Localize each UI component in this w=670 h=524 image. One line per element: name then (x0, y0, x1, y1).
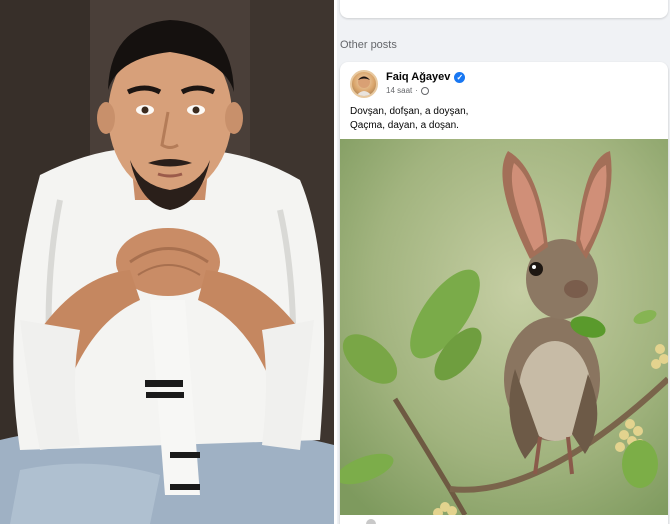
post-text-line: Qaçma, dayan, a doşan. (350, 120, 459, 131)
post-image[interactable] (340, 139, 668, 515)
post-timestamp[interactable]: 14 saat (386, 86, 412, 95)
section-heading: Other posts (340, 39, 397, 51)
portrait-photo (0, 0, 334, 524)
previous-card-bottom (340, 0, 668, 18)
rabbit-bird-illustration (340, 139, 668, 515)
portrait-illustration (0, 0, 334, 524)
author-row: Faiq Ağayev ✓ (386, 71, 466, 83)
author-name[interactable]: Faiq Ağayev (386, 71, 450, 83)
footer-avatar (366, 519, 376, 524)
post-text: Dovşan, dofşan, a doyşan, Qaçma, dayan, … (350, 105, 468, 133)
avatar-face-icon (356, 76, 372, 96)
previous-card-strip (337, 0, 670, 20)
avatar[interactable] (350, 70, 378, 98)
post-meta: 14 saat · (386, 86, 429, 95)
feed-panel: Other posts Faiq Ağayev ✓ 14 saat · Dovş… (337, 0, 670, 524)
post-text-line: Dovşan, dofşan, a doyşan, (350, 106, 469, 117)
globe-icon (420, 86, 429, 95)
post-card[interactable]: Faiq Ağayev ✓ 14 saat · Dovşan, dofşan, … (340, 62, 668, 524)
verified-badge-icon: ✓ (454, 71, 466, 83)
post-footer (340, 515, 668, 524)
meta-separator: · (415, 86, 418, 95)
